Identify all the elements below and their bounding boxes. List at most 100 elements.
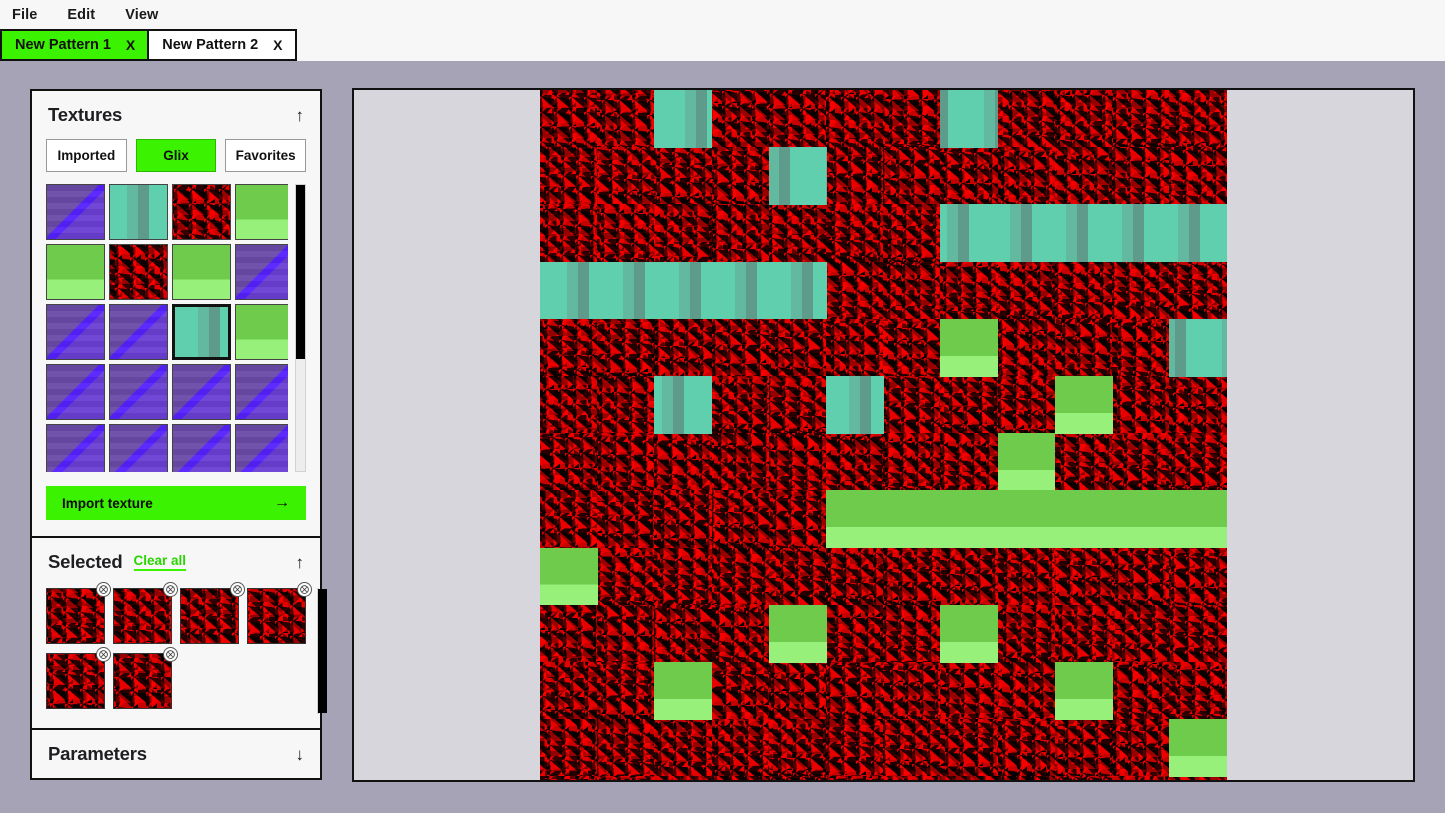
pattern-cell[interactable]: [940, 433, 999, 491]
pattern-cell[interactable]: [940, 662, 999, 720]
pattern-cell[interactable]: [1169, 433, 1227, 491]
pattern-cell-green[interactable]: [654, 662, 713, 720]
pattern-cell[interactable]: [883, 318, 941, 377]
pattern-cell[interactable]: [540, 376, 598, 434]
pattern-cell[interactable]: [711, 662, 770, 720]
pattern-cell-teal[interactable]: [826, 376, 884, 434]
texture-tile[interactable]: [109, 424, 168, 472]
pattern-cell[interactable]: [940, 261, 999, 320]
filter-favorites[interactable]: Favorites: [225, 139, 307, 172]
pattern-cell-green[interactable]: [1054, 662, 1113, 720]
pattern-cell[interactable]: [711, 490, 770, 549]
menu-file[interactable]: File: [10, 5, 39, 25]
remove-texture-icon[interactable]: ⨂: [297, 582, 312, 597]
pattern-cell-green[interactable]: [997, 433, 1056, 491]
pattern-cell[interactable]: [826, 318, 884, 377]
tab-close-icon[interactable]: X: [126, 37, 135, 53]
pattern-canvas-frame[interactable]: [352, 88, 1415, 782]
pattern-cell-teal[interactable]: [540, 261, 827, 320]
texture-tile[interactable]: [109, 184, 168, 240]
pattern-cell[interactable]: [711, 376, 770, 434]
pattern-cell[interactable]: [597, 490, 655, 549]
pattern-cell[interactable]: [597, 662, 655, 720]
selected-texture-item[interactable]: ⨂: [180, 582, 245, 644]
pattern-cell[interactable]: [997, 90, 1056, 148]
pattern-cell-green[interactable]: [768, 604, 827, 663]
pattern-cell[interactable]: [597, 147, 655, 205]
pattern-cell[interactable]: [826, 204, 884, 263]
pattern-cell[interactable]: [883, 604, 941, 663]
texture-tile[interactable]: [46, 424, 105, 472]
pattern-cell[interactable]: [540, 147, 598, 205]
remove-texture-icon[interactable]: ⨂: [163, 647, 178, 662]
pattern-cell[interactable]: [597, 90, 655, 148]
pattern-cell-green[interactable]: [1054, 376, 1113, 434]
selected-texture-item[interactable]: ⨂: [247, 582, 312, 644]
pattern-cell[interactable]: [768, 433, 827, 491]
clear-all-link[interactable]: Clear all: [133, 553, 187, 571]
pattern-cell[interactable]: [597, 433, 655, 491]
pattern-cell[interactable]: [997, 318, 1056, 377]
pattern-cell[interactable]: [826, 547, 884, 606]
pattern-cell[interactable]: [883, 90, 941, 148]
filter-glix[interactable]: Glix: [135, 139, 217, 172]
pattern-cell[interactable]: [711, 776, 770, 780]
pattern-cell[interactable]: [883, 147, 941, 205]
pattern-cell[interactable]: [997, 719, 1056, 777]
pattern-cell[interactable]: [768, 776, 827, 780]
pattern-cell-teal[interactable]: [768, 147, 827, 205]
pattern-cell[interactable]: [883, 547, 941, 606]
pattern-cell[interactable]: [540, 318, 598, 377]
texture-tile[interactable]: [172, 364, 231, 420]
pattern-cell[interactable]: [654, 490, 713, 549]
pattern-cell[interactable]: [940, 547, 999, 606]
pattern-cell[interactable]: [654, 547, 713, 606]
remove-texture-icon[interactable]: ⨂: [96, 582, 111, 597]
pattern-cell[interactable]: [597, 204, 655, 263]
texture-tile[interactable]: [172, 184, 231, 240]
pattern-cell[interactable]: [654, 147, 713, 205]
pattern-cell[interactable]: [940, 376, 999, 434]
chevron-up-icon[interactable]: ↑: [296, 554, 305, 571]
pattern-cell[interactable]: [1112, 547, 1170, 606]
pattern-cell[interactable]: [1169, 776, 1227, 780]
texture-tile[interactable]: [235, 364, 289, 420]
pattern-cell[interactable]: [1112, 719, 1170, 777]
pattern-cell[interactable]: [997, 776, 1056, 780]
menu-view[interactable]: View: [123, 5, 160, 25]
pattern-canvas[interactable]: [540, 90, 1227, 780]
pattern-cell[interactable]: [826, 719, 884, 777]
tab-new-pattern-1[interactable]: New Pattern 1 X: [0, 29, 150, 61]
pattern-cell[interactable]: [1112, 433, 1170, 491]
pattern-cell[interactable]: [1112, 604, 1170, 663]
pattern-cell[interactable]: [826, 433, 884, 491]
texture-tile[interactable]: [235, 184, 289, 240]
pattern-cell[interactable]: [1169, 604, 1227, 663]
pattern-cell[interactable]: [654, 433, 713, 491]
pattern-cell-teal[interactable]: [940, 204, 1227, 263]
texture-tile[interactable]: [109, 364, 168, 420]
pattern-cell[interactable]: [1054, 547, 1113, 606]
pattern-cell[interactable]: [654, 719, 713, 777]
pattern-cell[interactable]: [540, 662, 598, 720]
texture-scrollbar[interactable]: [295, 184, 306, 472]
pattern-cell[interactable]: [654, 776, 713, 780]
pattern-cell[interactable]: [1112, 261, 1170, 320]
texture-tile[interactable]: [46, 304, 105, 360]
texture-tile[interactable]: [235, 424, 289, 472]
pattern-cell-teal[interactable]: [1169, 318, 1227, 377]
pattern-cell[interactable]: [597, 604, 655, 663]
pattern-cell[interactable]: [1054, 318, 1113, 377]
pattern-cell[interactable]: [826, 261, 884, 320]
pattern-cell-green[interactable]: [940, 604, 999, 663]
parameters-panel-header[interactable]: Parameters ↓: [32, 730, 320, 778]
pattern-cell[interactable]: [826, 147, 884, 205]
pattern-cell[interactable]: [997, 376, 1056, 434]
texture-tile[interactable]: [46, 364, 105, 420]
pattern-cell[interactable]: [1054, 719, 1113, 777]
selected-texture-item[interactable]: ⨂: [113, 582, 178, 644]
texture-tile[interactable]: [46, 244, 105, 300]
texture-tile[interactable]: [109, 304, 168, 360]
pattern-cell-teal[interactable]: [654, 90, 713, 148]
pattern-cell[interactable]: [997, 604, 1056, 663]
